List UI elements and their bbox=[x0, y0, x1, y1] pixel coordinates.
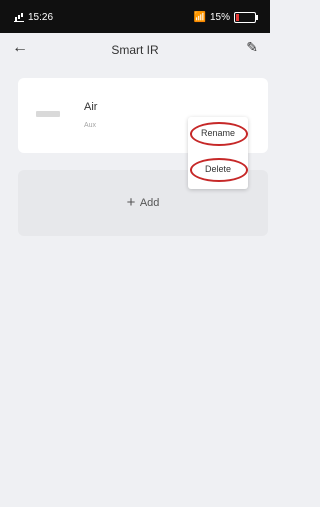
add-label: + Add bbox=[18, 194, 268, 211]
device-name: Air bbox=[84, 101, 98, 113]
battery-percent: 15% bbox=[209, 12, 230, 23]
edit-icon[interactable]: ✎ bbox=[246, 39, 258, 56]
plus-icon: + bbox=[126, 194, 136, 211]
wifi-icon: 📶 bbox=[193, 12, 206, 23]
device-subtitle: Aux bbox=[84, 122, 97, 129]
add-text: Add bbox=[139, 197, 160, 209]
menu-item-rename[interactable]: Rename bbox=[188, 128, 248, 138]
air-conditioner-icon bbox=[36, 111, 60, 117]
top-nav: ← Smart IR ✎ bbox=[0, 33, 270, 69]
context-menu: Rename Delete bbox=[188, 117, 248, 189]
signal-icon bbox=[14, 13, 24, 22]
page-title: Smart IR bbox=[111, 43, 159, 57]
status-time: 15:26 bbox=[28, 12, 54, 23]
menu-item-delete[interactable]: Delete bbox=[188, 164, 248, 174]
status-bar: 15:26 📶 15% bbox=[0, 0, 270, 33]
battery-icon bbox=[234, 12, 258, 23]
status-right: 📶 15% bbox=[193, 12, 258, 23]
status-left: 15:26 bbox=[14, 12, 53, 23]
